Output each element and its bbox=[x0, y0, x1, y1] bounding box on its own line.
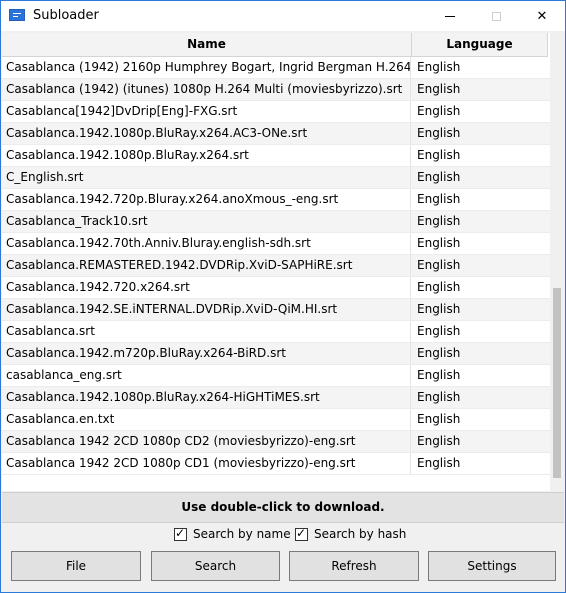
row-language-cell: English bbox=[417, 258, 461, 272]
row-language-cell: English bbox=[417, 390, 461, 404]
table-row[interactable]: Casablanca.1942.1080p.BluRay.x264.AC3-ON… bbox=[2, 123, 550, 145]
row-language-cell: English bbox=[417, 170, 461, 184]
row-language-cell: English bbox=[417, 82, 461, 96]
table-row[interactable]: Casablanca (1942) 2160p Humphrey Bogart,… bbox=[2, 57, 550, 79]
table-row[interactable]: Casablanca 1942 2CD 1080p CD1 (moviesbyr… bbox=[2, 453, 550, 475]
row-name-cell: Casablanca[1942]DvDrip[Eng]-FXG.srt bbox=[6, 101, 411, 122]
vertical-scrollbar[interactable] bbox=[550, 33, 565, 491]
settings-button[interactable]: Settings bbox=[428, 551, 556, 581]
search-by-name-checkbox[interactable]: Search by name bbox=[174, 526, 291, 541]
table-row[interactable]: casablanca_eng.srt English bbox=[2, 365, 550, 387]
table-row[interactable]: Casablanca.1942.720p.Bluray.x264.anoXmou… bbox=[2, 189, 550, 211]
close-icon: ✕ bbox=[536, 8, 548, 24]
row-language-cell: English bbox=[417, 302, 461, 316]
window-title: Subloader bbox=[33, 8, 99, 23]
refresh-button[interactable]: Refresh bbox=[289, 551, 419, 581]
row-name-cell: Casablanca 1942 2CD 1080p CD1 (moviesbyr… bbox=[6, 453, 411, 474]
row-name-cell: Casablanca (1942) (itunes) 1080p H.264 M… bbox=[6, 79, 411, 100]
table-row[interactable]: Casablanca.1942.720.x264.srt English bbox=[2, 277, 550, 299]
row-name-cell: Casablanca.1942.m720p.BluRay.x264-BiRD.s… bbox=[6, 343, 411, 364]
table-row[interactable]: Casablanca.1942.1080p.BluRay.x264-HiGHTi… bbox=[2, 387, 550, 409]
row-name-cell: Casablanca.1942.SE.iNTERNAL.DVDRip.XviD-… bbox=[6, 299, 411, 320]
table-row[interactable]: Casablanca.REMASTERED.1942.DVDRip.XviD-S… bbox=[2, 255, 550, 277]
file-button[interactable]: File bbox=[11, 551, 141, 581]
maximize-icon bbox=[491, 11, 501, 21]
scrollbar-thumb[interactable] bbox=[553, 288, 561, 478]
row-name-cell: Casablanca.1942.720.x264.srt bbox=[6, 277, 411, 298]
row-name-cell: Casablanca 1942 2CD 1080p CD2 (moviesbyr… bbox=[6, 431, 411, 452]
checkbox-checked-icon[interactable] bbox=[295, 526, 308, 541]
column-header-name[interactable]: Name bbox=[2, 33, 412, 56]
row-name-cell: Casablanca.1942.1080p.BluRay.x264.AC3-ON… bbox=[6, 123, 411, 144]
checkbox-checked-icon[interactable] bbox=[174, 526, 187, 541]
search-button[interactable]: Search bbox=[151, 551, 280, 581]
row-name-cell: C_English.srt bbox=[6, 167, 411, 188]
row-language-cell: English bbox=[417, 346, 461, 360]
table-row[interactable]: Casablanca_Track10.srt English bbox=[2, 211, 550, 233]
row-language-cell: English bbox=[417, 280, 461, 294]
row-language-cell: English bbox=[417, 412, 461, 426]
maximize-button[interactable] bbox=[473, 1, 519, 31]
row-language-cell: English bbox=[417, 126, 461, 140]
table-row[interactable]: Casablanca.1942.1080p.BluRay.x264.srt Eng… bbox=[2, 145, 550, 167]
minimize-icon bbox=[445, 15, 455, 17]
table-row[interactable]: Casablanca.1942.m720p.BluRay.x264-BiRD.s… bbox=[2, 343, 550, 365]
table-row[interactable]: Casablanca.srt English bbox=[2, 321, 550, 343]
table-row[interactable]: Casablanca[1942]DvDrip[Eng]-FXG.srt Engli… bbox=[2, 101, 550, 123]
title-bar[interactable]: Subloader ✕ bbox=[1, 1, 565, 31]
subtitle-results-table[interactable]: Name Language Casablanca (1942) 2160p Hu… bbox=[2, 33, 550, 491]
row-language-cell: English bbox=[417, 368, 461, 382]
close-button[interactable]: ✕ bbox=[519, 1, 565, 31]
table-body: Casablanca (1942) 2160p Humphrey Bogart,… bbox=[2, 57, 550, 475]
row-name-cell: casablanca_eng.srt bbox=[6, 365, 411, 386]
row-name-cell: Casablanca.REMASTERED.1942.DVDRip.XviD-S… bbox=[6, 255, 411, 276]
status-bar: Use double-click to download. bbox=[2, 492, 564, 523]
table-row[interactable]: Casablanca 1942 2CD 1080p CD2 (moviesbyr… bbox=[2, 431, 550, 453]
table-header: Name Language bbox=[2, 33, 548, 57]
search-by-name-label: Search by name bbox=[193, 527, 291, 541]
minimize-button[interactable] bbox=[427, 1, 473, 31]
row-language-cell: English bbox=[417, 236, 461, 250]
table-row[interactable]: Casablanca (1942) (itunes) 1080p H.264 M… bbox=[2, 79, 550, 101]
table-row[interactable]: Casablanca.en.txt English bbox=[2, 409, 550, 431]
row-language-cell: English bbox=[417, 104, 461, 118]
table-row[interactable]: Casablanca.1942.70th.Anniv.Bluray.englis… bbox=[2, 233, 550, 255]
row-language-cell: English bbox=[417, 456, 461, 470]
search-by-hash-checkbox[interactable]: Search by hash bbox=[295, 526, 407, 541]
row-name-cell: Casablanca.1942.720p.Bluray.x264.anoXmou… bbox=[6, 189, 411, 210]
app-window: Subloader ✕ Name Language Casablanca (19… bbox=[0, 0, 566, 593]
row-name-cell: Casablanca.srt bbox=[6, 321, 411, 342]
row-language-cell: English bbox=[417, 148, 461, 162]
row-name-cell: Casablanca (1942) 2160p Humphrey Bogart,… bbox=[6, 57, 411, 78]
row-name-cell: Casablanca.en.txt bbox=[6, 409, 411, 430]
row-language-cell: English bbox=[417, 214, 461, 228]
table-row[interactable]: C_English.srt English bbox=[2, 167, 550, 189]
app-icon bbox=[9, 9, 25, 21]
row-name-cell: Casablanca_Track10.srt bbox=[6, 211, 411, 232]
row-name-cell: Casablanca.1942.1080p.BluRay.x264.srt bbox=[6, 145, 411, 166]
row-language-cell: English bbox=[417, 192, 461, 206]
row-name-cell: Casablanca.1942.70th.Anniv.Bluray.englis… bbox=[6, 233, 411, 254]
row-language-cell: English bbox=[417, 434, 461, 448]
row-name-cell: Casablanca.1942.1080p.BluRay.x264-HiGHTi… bbox=[6, 387, 411, 408]
column-header-language[interactable]: Language bbox=[412, 33, 548, 56]
table-row[interactable]: Casablanca.1942.SE.iNTERNAL.DVDRip.XviD-… bbox=[2, 299, 550, 321]
row-language-cell: English bbox=[417, 324, 461, 338]
row-language-cell: English bbox=[417, 60, 461, 74]
search-options: Search by name Search by hash bbox=[1, 525, 565, 547]
search-by-hash-label: Search by hash bbox=[314, 527, 407, 541]
